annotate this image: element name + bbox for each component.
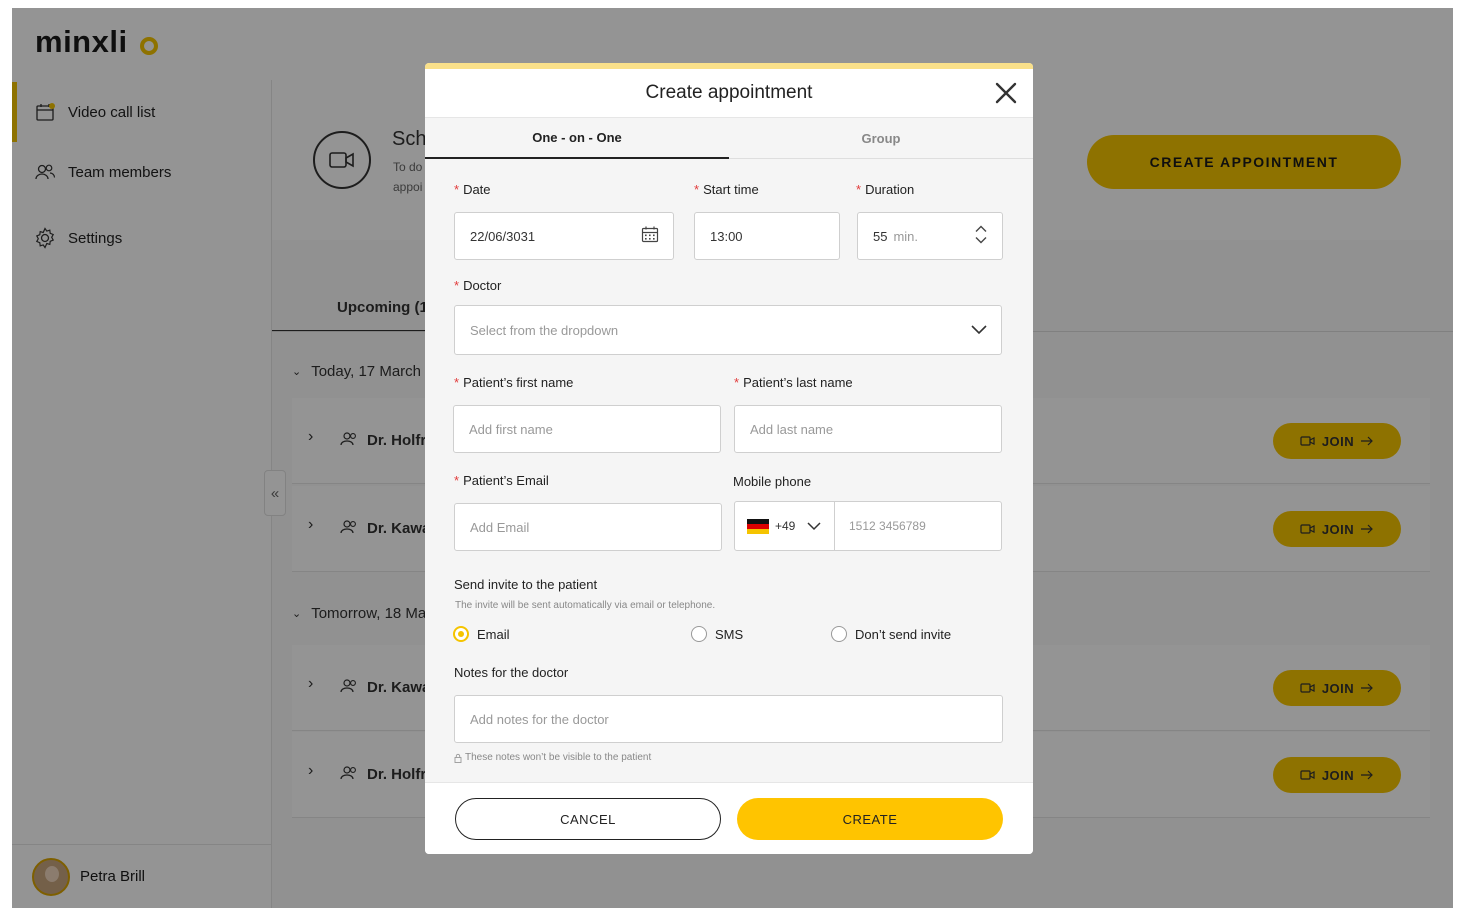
start-time-label: * Start time (694, 182, 759, 197)
first-name-label: * Patient’s first name (454, 375, 574, 390)
last-name-field[interactable]: Add last name (734, 405, 1002, 453)
email-label: * Patient’s Email (454, 473, 549, 488)
first-name-field[interactable]: Add first name (453, 405, 721, 453)
radio-dont-send[interactable]: Don’t send invite (831, 626, 951, 642)
calendar-icon[interactable] (641, 226, 659, 247)
radio-sms[interactable]: SMS (691, 626, 743, 642)
notes-hint: These notes won’t be visible to the pati… (454, 752, 651, 763)
create-appointment-modal: Create appointment One - on - One Group … (425, 63, 1033, 854)
notes-field[interactable]: Add notes for the doctor (454, 695, 1003, 743)
radio-icon (691, 626, 707, 642)
doctor-label: * Doctor (454, 278, 502, 293)
modal-footer: CANCEL CREATE (425, 782, 1033, 854)
tab-one-on-one[interactable]: One - on - One (425, 118, 729, 159)
phone-input[interactable]: 1512 3456789 (849, 519, 926, 533)
invite-label: Send invite to the patient (454, 577, 598, 592)
duration-stepper[interactable]: 55 min. (857, 212, 1003, 260)
country-code-select[interactable]: +49 (735, 502, 835, 550)
mobile-label: Mobile phone (733, 474, 812, 489)
radio-icon (831, 626, 847, 642)
close-icon[interactable] (993, 80, 1019, 106)
tab-group[interactable]: Group (729, 118, 1033, 159)
germany-flag-icon (747, 518, 769, 534)
date-label: * Date (454, 182, 491, 197)
create-button[interactable]: CREATE (737, 798, 1003, 840)
last-name-label: * Patient’s last name (734, 375, 853, 390)
notes-label: Notes for the doctor (454, 665, 569, 680)
modal-tabs: One - on - One Group (425, 118, 1033, 159)
lock-icon (454, 753, 462, 763)
doctor-select[interactable]: Select from the dropdown (454, 305, 1002, 355)
modal-title: Create appointment (645, 82, 813, 103)
radio-email[interactable]: Email (453, 626, 510, 642)
mobile-field[interactable]: +49 1512 3456789 (734, 501, 1002, 551)
chevron-down-icon[interactable] (971, 323, 987, 338)
modal-header: Create appointment (425, 69, 1033, 118)
radio-selected-icon (453, 626, 469, 642)
start-time-field[interactable]: 13:00 (694, 212, 840, 260)
duration-label: * Duration (856, 182, 915, 197)
email-field[interactable]: Add Email (454, 503, 722, 551)
date-field[interactable]: 22/06/3031 (454, 212, 674, 260)
cancel-button[interactable]: CANCEL (455, 798, 721, 840)
invite-hint: The invite will be sent automatically vi… (455, 600, 716, 611)
stepper-arrows-icon[interactable] (974, 225, 988, 248)
